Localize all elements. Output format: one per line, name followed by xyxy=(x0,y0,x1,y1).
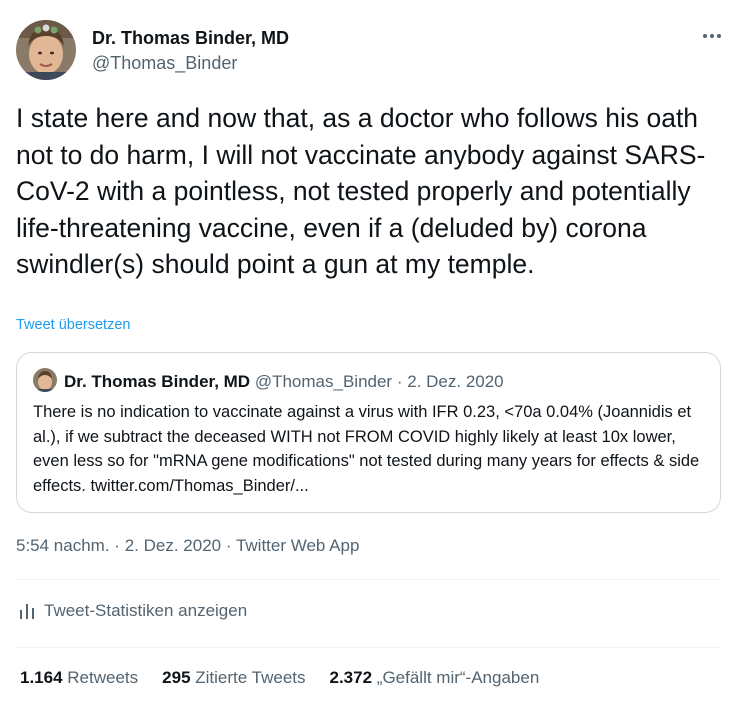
divider xyxy=(16,579,721,580)
divider xyxy=(16,647,721,648)
tweet-analytics-link[interactable]: Tweet-Statistiken anzeigen xyxy=(18,601,247,621)
tweet-text: I state here and now that, as a doctor w… xyxy=(16,103,706,279)
more-options-icon[interactable] xyxy=(700,24,724,48)
translate-tweet-link[interactable]: Tweet übersetzen xyxy=(16,317,130,333)
quoted-avatar xyxy=(33,368,57,392)
quotes-label: Zitierte Tweets xyxy=(195,668,306,687)
quoted-author-name: Dr. Thomas Binder, MD xyxy=(64,372,251,391)
quoted-separator: · xyxy=(396,372,403,391)
retweets-count[interactable]: 1.164 Retweets xyxy=(20,668,138,688)
retweets-value: 1.164 xyxy=(20,668,63,687)
likes-label: „Gefällt mir“-Angaben xyxy=(376,668,540,687)
author-handle[interactable]: @Thomas_Binder xyxy=(92,53,237,74)
quoted-date: 2. Dez. 2020 xyxy=(407,372,504,391)
analytics-label: Tweet-Statistiken anzeigen xyxy=(44,601,248,620)
likes-value: 2.372 xyxy=(329,668,373,687)
retweets-label: Retweets xyxy=(67,668,139,687)
tweet-time[interactable]: 5:54 nachm. xyxy=(16,536,110,555)
quoted-author-handle: @Thomas_Binder xyxy=(254,372,393,391)
meta-separator: · xyxy=(114,536,120,555)
quoted-text: There is no indication to vaccinate agai… xyxy=(33,403,700,495)
meta-separator: · xyxy=(225,536,232,555)
quoted-header: Dr. Thomas Binder, MD @Thomas_Binder · 2… xyxy=(64,372,504,392)
likes-count[interactable]: 2.372 „Gefällt mir“-Angaben xyxy=(330,668,540,688)
tweet-source[interactable]: Twitter Web App xyxy=(236,536,359,555)
tweet-date[interactable]: 2. Dez. 2020 xyxy=(125,536,221,555)
quoted-tweet[interactable]: Dr. Thomas Binder, MD @Thomas_Binder · 2… xyxy=(16,352,721,513)
tweet-meta: 5:54 nachm. · 2. Dez. 2020 · Twitter Web… xyxy=(16,536,359,556)
quotes-value: 295 xyxy=(162,668,191,687)
quote-tweets-count[interactable]: 295 Zitierte Tweets xyxy=(162,668,305,688)
author-name[interactable]: Dr. Thomas Binder, MD xyxy=(92,28,289,49)
analytics-icon xyxy=(20,604,34,619)
avatar[interactable] xyxy=(16,20,76,80)
engagement-counts: 1.164 Retweets 295 Zitierte Tweets 2.372… xyxy=(20,668,563,688)
